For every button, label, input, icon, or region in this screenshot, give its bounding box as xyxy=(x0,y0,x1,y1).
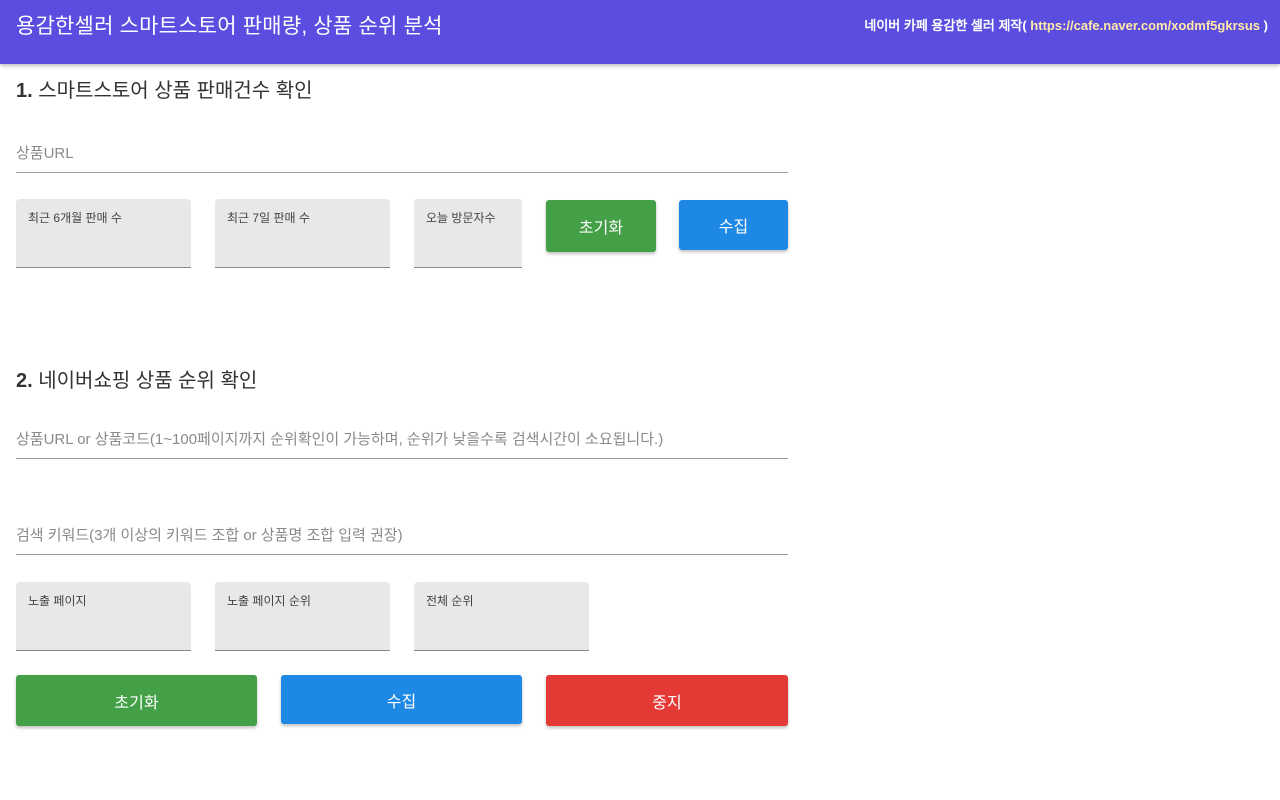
section1-collect-button[interactable]: 수집 xyxy=(679,200,788,250)
cafe-credit: 네이버 카페 용감한 셀러 제작( https://cafe.naver.com… xyxy=(864,15,1268,34)
search-keyword-field[interactable] xyxy=(16,518,788,555)
section2-number: 2. xyxy=(16,370,33,392)
search-keyword-input[interactable] xyxy=(16,518,788,552)
product-code-field[interactable] xyxy=(16,422,788,459)
exposure-page-label: 노출 페이지 xyxy=(28,594,87,608)
cafe-credit-prefix: 네이버 카페 용감한 셀러 제작( xyxy=(864,18,1027,33)
cafe-url-link[interactable]: https://cafe.naver.com/xodmf5gkrsus xyxy=(1027,18,1264,33)
exposure-page-rank-label: 노출 페이지 순위 xyxy=(227,594,311,608)
section1-title-text: 스마트스토어 상품 판매건수 확인 xyxy=(32,80,313,102)
visitors-today-field: 오늘 방문자수 xyxy=(414,199,522,268)
sales-6months-field: 최근 6개월 판매 수 xyxy=(16,199,191,268)
app-bar: 용감한셀러 스마트스토어 판매량, 상품 순위 분석 네이버 카페 용감한 셀러… xyxy=(0,0,1280,64)
section2-reset-button[interactable]: 초기화 xyxy=(16,675,257,726)
exposure-page-field: 노출 페이지 xyxy=(16,582,191,651)
product-url-input[interactable] xyxy=(16,136,788,170)
section1-reset-button[interactable]: 초기화 xyxy=(546,200,656,252)
sales-7days-label: 최근 7일 판매 수 xyxy=(227,211,310,225)
sales-6months-label: 최근 6개월 판매 수 xyxy=(28,211,122,225)
sales-7days-field: 최근 7일 판매 수 xyxy=(215,199,390,268)
section2-stop-button[interactable]: 중지 xyxy=(546,675,788,726)
exposure-page-rank-field: 노출 페이지 순위 xyxy=(215,582,390,651)
cafe-credit-suffix: ) xyxy=(1263,18,1268,33)
section1-title: 1. 스마트스토어 상품 판매건수 확인 xyxy=(16,74,313,103)
product-url-field[interactable] xyxy=(16,136,788,173)
section2-title: 2. 네이버쇼핑 상품 순위 확인 xyxy=(16,364,257,393)
total-rank-field: 전체 순위 xyxy=(414,582,589,651)
product-code-input[interactable] xyxy=(16,422,788,456)
visitors-today-label: 오늘 방문자수 xyxy=(426,211,496,225)
section1-number: 1. xyxy=(16,80,33,102)
total-rank-label: 전체 순위 xyxy=(426,594,474,608)
section2-title-text: 네이버쇼핑 상품 순위 확인 xyxy=(32,370,258,392)
app-title: 용감한셀러 스마트스토어 판매량, 상품 순위 분석 xyxy=(16,15,443,38)
section2-collect-button[interactable]: 수집 xyxy=(281,675,522,724)
